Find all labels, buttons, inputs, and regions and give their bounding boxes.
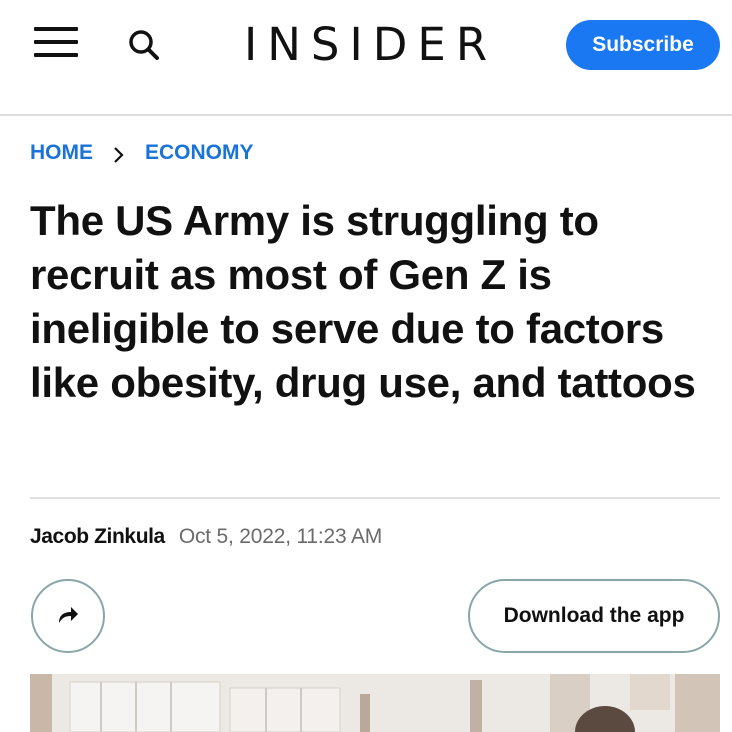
breadcrumb-home-link[interactable]: HOME	[30, 141, 93, 165]
site-logo[interactable]: INSIDER	[244, 20, 494, 70]
publish-date: Oct 5, 2022, 11:23 AM	[178, 525, 383, 548]
share-button[interactable]	[31, 579, 105, 653]
breadcrumb: HOME ECONOMY	[30, 138, 254, 168]
download-app-button[interactable]: Download the app	[468, 579, 720, 653]
subscribe-button[interactable]: Subscribe	[566, 20, 720, 70]
site-header: INSIDER Subscribe	[0, 0, 732, 116]
search-icon[interactable]	[127, 28, 161, 62]
byline-divider	[30, 497, 720, 499]
hero-image	[30, 674, 720, 732]
breadcrumb-economy-link[interactable]: ECONOMY	[145, 141, 254, 165]
author-name[interactable]: Jacob Zinkula	[30, 525, 165, 549]
share-arrow-icon	[55, 603, 81, 630]
byline: Jacob Zinkula Oct 5, 2022, 11:23 AM	[30, 525, 382, 555]
chevron-right-icon	[111, 145, 127, 163]
hamburger-menu-icon[interactable]	[34, 27, 78, 59]
article-headline: The US Army is struggling to recruit as …	[30, 197, 696, 406]
